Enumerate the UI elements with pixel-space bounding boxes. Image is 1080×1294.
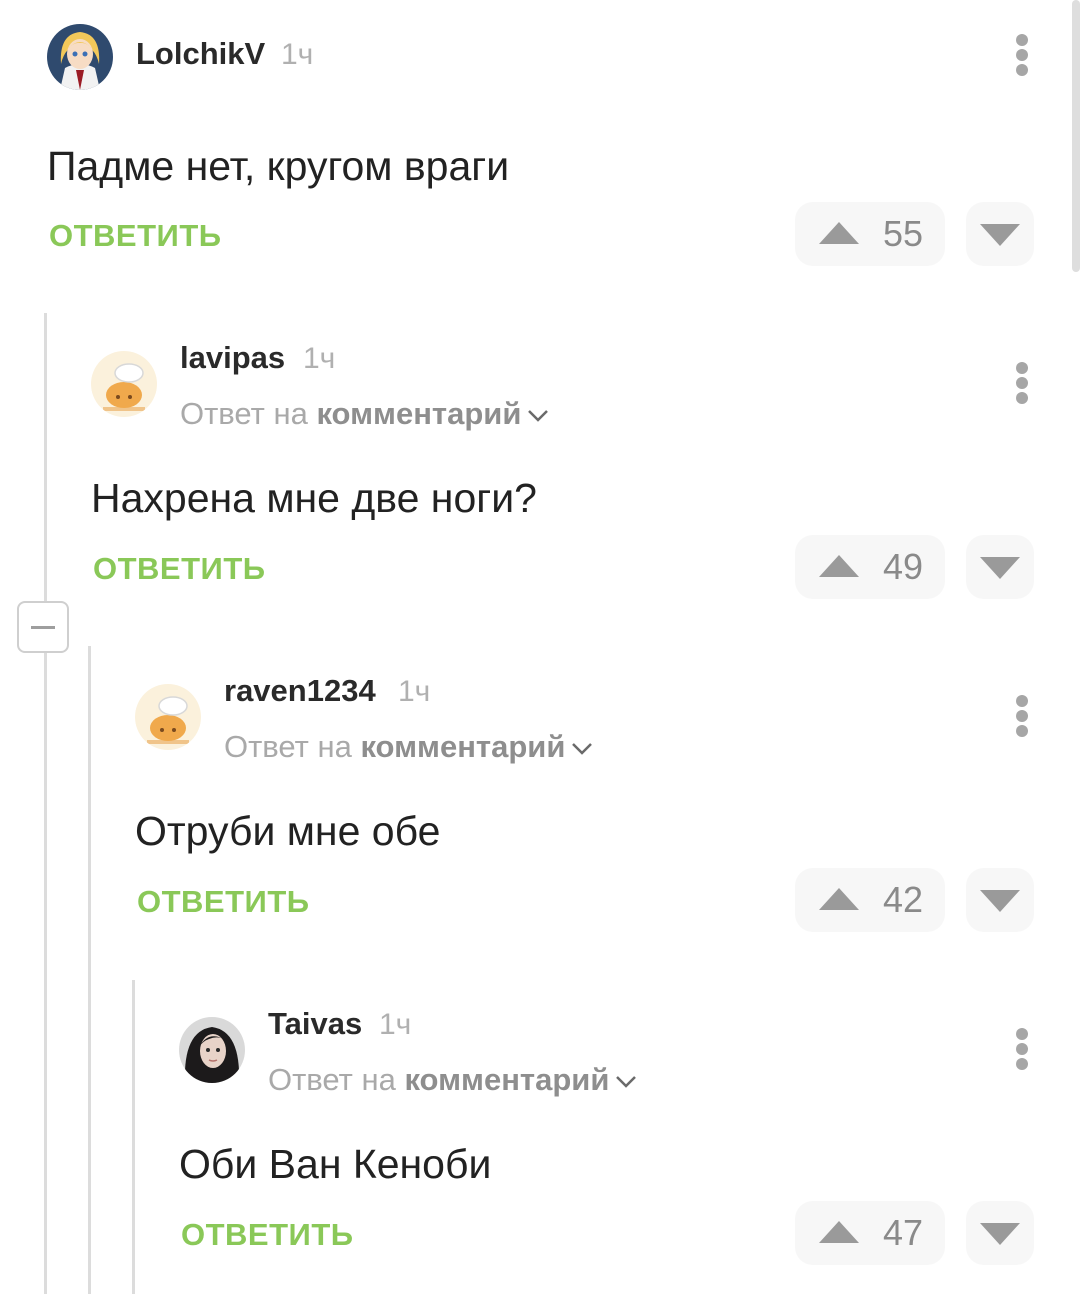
- reply-button[interactable]: ОТВЕТИТЬ: [181, 1215, 354, 1255]
- arrow-up-icon: [819, 888, 859, 910]
- upvote-button[interactable]: 42: [795, 868, 945, 932]
- more-options-icon[interactable]: [1010, 30, 1034, 80]
- reply-to-prefix: Ответ на: [268, 1062, 396, 1097]
- thread-line-level-3: [132, 980, 135, 1294]
- reply-to-prefix: Ответ на: [180, 396, 308, 431]
- comment-rating: 49: [883, 546, 924, 587]
- downvote-button[interactable]: [966, 535, 1034, 599]
- upvote-button[interactable]: 55: [795, 202, 945, 266]
- scrollbar[interactable]: [1072, 0, 1080, 272]
- reply-button[interactable]: ОТВЕТИТЬ: [137, 882, 310, 922]
- reply-to-link[interactable]: Ответ на комментарий: [224, 727, 593, 767]
- reply-to-target: комментарий: [360, 729, 566, 764]
- comment-text: Нахрена мне две ноги?: [91, 475, 537, 521]
- reply-button[interactable]: ОТВЕТИТЬ: [49, 216, 222, 256]
- arrow-down-icon: [980, 890, 1020, 912]
- more-options-icon[interactable]: [1010, 1024, 1034, 1074]
- more-options-icon[interactable]: [1010, 358, 1034, 408]
- arrow-down-icon: [980, 1223, 1020, 1245]
- thread-line-level-2: [88, 646, 91, 1294]
- more-options-icon[interactable]: [1010, 691, 1034, 741]
- reply-to-link[interactable]: Ответ на комментарий: [180, 394, 549, 434]
- comment-rating: 47: [883, 1212, 924, 1253]
- reply-to-target: комментарий: [316, 396, 522, 431]
- reply-to-target: комментарий: [404, 1062, 610, 1097]
- comment-time: 1ч: [303, 342, 336, 375]
- reply-to-link[interactable]: Ответ на комментарий: [268, 1060, 637, 1100]
- arrow-up-icon: [819, 222, 859, 244]
- minus-icon: [31, 626, 55, 629]
- thread-line-level-1: [44, 653, 47, 1294]
- downvote-button[interactable]: [966, 1201, 1034, 1265]
- upvote-button[interactable]: 49: [795, 535, 945, 599]
- user-avatar[interactable]: [135, 684, 201, 750]
- reply-to-prefix: Ответ на: [224, 729, 352, 764]
- arrow-down-icon: [980, 224, 1020, 246]
- chevron-down-icon: [616, 1075, 637, 1088]
- reply-button[interactable]: ОТВЕТИТЬ: [93, 549, 266, 589]
- chevron-down-icon: [528, 409, 549, 422]
- comment-time: 1ч: [281, 38, 314, 71]
- comment-rating: 42: [883, 879, 924, 920]
- thread-line-level-1: [44, 313, 47, 601]
- arrow-down-icon: [980, 557, 1020, 579]
- user-avatar[interactable]: [91, 351, 157, 417]
- comment-time: 1ч: [379, 1008, 412, 1041]
- comment-rating: 55: [883, 213, 924, 254]
- downvote-button[interactable]: [966, 202, 1034, 266]
- default-bun-avatar-icon: [135, 684, 201, 750]
- upvote-button[interactable]: 47: [795, 1201, 945, 1265]
- chevron-down-icon: [572, 742, 593, 755]
- comment-time: 1ч: [398, 675, 431, 708]
- comment-author[interactable]: Taivas: [268, 1004, 362, 1044]
- comment-text: Отруби мне обе: [135, 808, 441, 854]
- downvote-button[interactable]: [966, 868, 1034, 932]
- dark-hair-girl-avatar-icon: [179, 1017, 245, 1083]
- user-avatar[interactable]: [179, 1017, 245, 1083]
- comment-author[interactable]: lavipas: [180, 338, 285, 378]
- arrow-up-icon: [819, 1221, 859, 1243]
- comment-text: Оби Ван Кеноби: [179, 1141, 492, 1187]
- arrow-up-icon: [819, 555, 859, 577]
- default-bun-avatar-icon: [91, 351, 157, 417]
- anime-girl-avatar-icon: [47, 24, 113, 90]
- comment-author[interactable]: LolchikV: [136, 34, 265, 74]
- user-avatar[interactable]: [47, 24, 113, 90]
- comment-text: Падме нет, кругом враги: [47, 143, 510, 189]
- collapse-thread-button[interactable]: [17, 601, 69, 653]
- comment-author[interactable]: raven1234: [224, 671, 376, 711]
